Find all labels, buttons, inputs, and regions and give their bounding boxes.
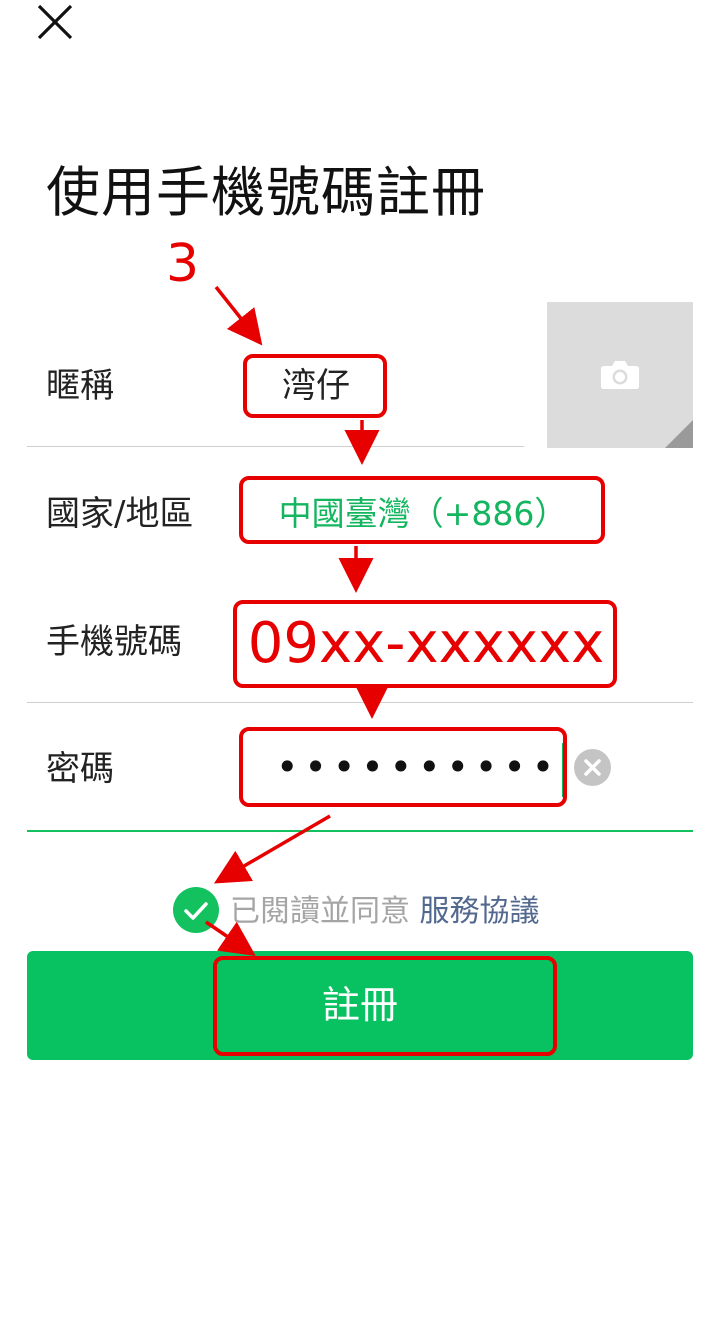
phone-label: 手機號碼 — [46, 622, 182, 662]
check-icon — [184, 902, 208, 920]
agreement-label: 已閱讀並同意 — [230, 894, 410, 929]
close-button[interactable] — [30, 0, 82, 44]
password-underline — [27, 830, 693, 832]
clear-icon — [584, 759, 601, 776]
arrow-to-nickname — [214, 285, 263, 346]
annotation-box-nickname — [243, 354, 387, 418]
annotation-box-phone — [233, 600, 617, 688]
divider — [27, 446, 524, 447]
divider — [27, 702, 693, 703]
page-title: 使用手機號碼註冊 — [46, 161, 486, 224]
nickname-label: 暱稱 — [46, 366, 114, 406]
annotation-box-register — [213, 956, 557, 1056]
profile-photo-button[interactable] — [547, 302, 693, 448]
annotation-box-country — [239, 476, 605, 544]
step-number-annotation: 3 — [166, 234, 200, 294]
country-label: 國家/地區 — [46, 494, 194, 534]
photo-corner-mark — [665, 420, 693, 448]
annotation-box-password — [239, 727, 567, 807]
camera-icon — [601, 361, 639, 389]
agree-checkbox[interactable] — [173, 887, 219, 933]
arrow-to-checkbox — [213, 814, 331, 884]
agreement-text: 已閱讀並同意 服務協議 — [230, 890, 540, 934]
clear-password-button[interactable] — [574, 749, 611, 786]
password-label: 密碼 — [46, 749, 114, 789]
close-icon — [37, 4, 73, 40]
terms-link[interactable]: 服務協議 — [420, 894, 540, 929]
